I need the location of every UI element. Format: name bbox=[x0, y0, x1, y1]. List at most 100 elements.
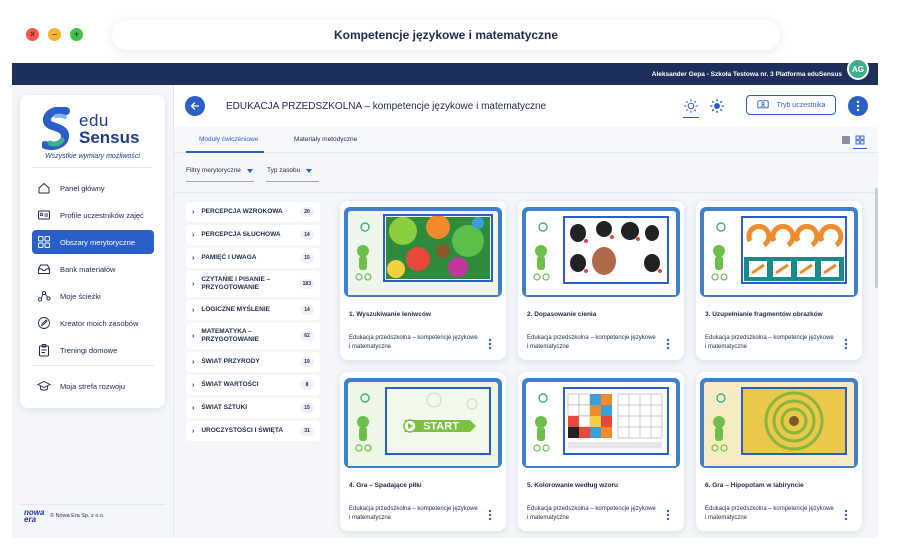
minimize-window-button[interactable]: – bbox=[48, 28, 61, 41]
module-card[interactable]: 5. Kolorowanie według wzoru Edukacja prz… bbox=[518, 372, 684, 531]
high-contrast-theme-icon[interactable] bbox=[709, 98, 725, 114]
graduation-icon bbox=[37, 380, 51, 391]
category-item[interactable]: › PAMIĘĆ I UWAGA 15 bbox=[186, 248, 320, 268]
filter-typ-zasobu-dropdown[interactable]: Typ zasobu bbox=[267, 167, 313, 174]
filter-label: Filtry merytoryczne bbox=[186, 167, 241, 174]
chevron-right-icon: › bbox=[192, 404, 195, 412]
tab-materialy-metodyczne[interactable]: Materiały metodyczne bbox=[294, 136, 357, 143]
more-vertical-icon[interactable] bbox=[844, 509, 848, 521]
sidebar-item-panel-glowny[interactable]: Panel główny bbox=[32, 176, 154, 200]
chevron-right-icon: › bbox=[192, 231, 195, 239]
sidebar-item-label: Obszary merytoryczne bbox=[60, 237, 136, 247]
sidebar-item-obszary-merytoryczne[interactable]: Obszary merytoryczne bbox=[32, 230, 154, 254]
presentation-icon bbox=[756, 100, 769, 109]
edusensus-logo[interactable]: edu Sensus bbox=[42, 105, 152, 153]
pencil-icon bbox=[38, 317, 50, 329]
page-header: EDUKACJA PRZEDSZKOLNA – kompetencje języ… bbox=[174, 85, 878, 127]
more-vertical-icon[interactable] bbox=[666, 509, 670, 521]
chevron-right-icon: › bbox=[192, 208, 195, 216]
chevron-right-icon: › bbox=[192, 358, 195, 366]
card-thumbnail bbox=[522, 207, 680, 297]
footer-brand: nowa era © Nowa Era Sp. z o.o. bbox=[24, 509, 105, 524]
app-window: × – + Kompetencje językowe i matematyczn… bbox=[12, 8, 878, 538]
tabs-bar: Moduły ćwiczeniowe Materiały metodyczne bbox=[174, 127, 878, 153]
module-card[interactable]: 2. Dopasowanie cienia Edukacja przedszko… bbox=[518, 201, 684, 360]
category-item[interactable]: › ŚWIAT WARTOŚCI 8 bbox=[186, 375, 320, 395]
path-icon bbox=[37, 290, 51, 302]
sidebar-item-profile[interactable]: Profile uczestników zajęć bbox=[32, 203, 154, 227]
category-item[interactable]: › CZYTANIE I PISANIE – PRZYGOTOWANIE 183 bbox=[186, 271, 320, 297]
count-badge: 31 bbox=[300, 426, 314, 436]
content-scrollbar[interactable] bbox=[875, 188, 878, 288]
caret-down-icon bbox=[306, 168, 313, 173]
module-card[interactable]: 6. Gra – Hipopotam w labiryncie Edukacja… bbox=[696, 372, 862, 531]
tray-icon bbox=[38, 264, 50, 274]
count-badge: 14 bbox=[300, 230, 314, 240]
card-description: Edukacja przedszkolna – kompetencje języ… bbox=[527, 506, 656, 521]
sidebar-item-bank-materialow[interactable]: Bank materiałów bbox=[32, 257, 154, 281]
id-card-icon bbox=[38, 210, 50, 220]
module-card[interactable]: 3. Uzupełnianie fragmentów obrazków Eduk… bbox=[696, 201, 862, 360]
filter-merytoryczne-dropdown[interactable]: Filtry merytoryczne bbox=[186, 167, 253, 174]
more-vertical-icon[interactable] bbox=[666, 338, 670, 350]
more-vertical-icon[interactable] bbox=[488, 338, 492, 350]
sidebar-item-label: Moje ścieżki bbox=[60, 291, 101, 301]
category-item[interactable]: › UROCZYSTOŚCI I ŚWIĘTA 31 bbox=[186, 421, 320, 441]
sidebar-item-treningi-domowe[interactable]: Treningi domowe bbox=[32, 338, 154, 362]
category-item[interactable]: › LOGICZNE MYŚLENIE 14 bbox=[186, 300, 320, 320]
tagline: Wszystkie wymiary możliwości bbox=[45, 153, 140, 160]
avatar[interactable]: AG bbox=[847, 58, 869, 80]
more-vertical-icon[interactable] bbox=[488, 509, 492, 521]
filter-label: Typ zasobu bbox=[267, 167, 301, 174]
list-view-icon[interactable] bbox=[841, 135, 851, 145]
sidebar-nav: Panel główny Profile uczestników zajęć O… bbox=[32, 176, 154, 401]
clipboard-icon bbox=[39, 344, 49, 357]
category-item[interactable]: › PERCEPCJA SŁUCHOWA 14 bbox=[186, 225, 320, 245]
sidebar-divider bbox=[32, 167, 152, 168]
chevron-right-icon: › bbox=[192, 280, 195, 288]
caret-down-icon bbox=[246, 168, 253, 173]
tab-moduly-cwiczeniowe[interactable]: Moduły ćwiczeniowe bbox=[199, 136, 258, 143]
count-badge: 15 bbox=[300, 253, 314, 263]
sidebar-item-moje-sciezki[interactable]: Moje ścieżki bbox=[32, 284, 154, 308]
grid-view-indicator bbox=[853, 148, 867, 149]
category-item[interactable]: › ŚWIAT SZTUKI 15 bbox=[186, 398, 320, 418]
category-item[interactable]: › PERCEPCJA WZROKOWA 20 bbox=[186, 202, 320, 222]
sidebar: edu Sensus Wszystkie wymiary możliwości … bbox=[20, 95, 165, 408]
filter-underline bbox=[186, 181, 254, 182]
module-card[interactable]: START 4. Gra – Spadające piłki Edukacja … bbox=[340, 372, 506, 531]
light-theme-icon[interactable] bbox=[683, 98, 699, 116]
copyright-text: © Nowa Era Sp. z o.o. bbox=[50, 513, 105, 519]
logo-text-sensus: Sensus bbox=[79, 128, 140, 147]
card-title: 2. Dopasowanie cienia bbox=[527, 311, 597, 318]
sidebar-item-strefa-rozwoju[interactable]: Moja strefa rozwoju bbox=[32, 374, 154, 398]
filters-bar: Filtry merytoryczne Typ zasobu bbox=[174, 153, 878, 193]
more-options-button[interactable] bbox=[848, 96, 868, 116]
student-mode-button[interactable]: Tryb uczestnika bbox=[746, 95, 836, 115]
grid-view-icon[interactable] bbox=[855, 135, 865, 145]
sidebar-item-kreator[interactable]: Kreator moich zasobów bbox=[32, 311, 154, 335]
card-description: Edukacja przedszkolna – kompetencje języ… bbox=[349, 335, 478, 350]
back-button[interactable] bbox=[185, 96, 205, 116]
card-thumbnail: START bbox=[344, 378, 502, 468]
count-badge: 14 bbox=[300, 305, 314, 315]
card-title: 4. Gra – Spadające piłki bbox=[349, 482, 422, 489]
category-item[interactable]: › MATEMATYKA – PRZYGOTOWANIE 62 bbox=[186, 323, 320, 349]
card-thumbnail bbox=[344, 207, 502, 297]
sidebar-item-label: Kreator moich zasobów bbox=[60, 318, 139, 328]
card-thumbnail bbox=[700, 207, 858, 297]
coloring-grid-image bbox=[526, 382, 676, 466]
more-vertical-icon[interactable] bbox=[844, 338, 848, 350]
count-badge: 62 bbox=[300, 331, 314, 341]
close-window-button[interactable]: × bbox=[26, 28, 39, 41]
student-mode-label: Tryb uczestnika bbox=[776, 101, 826, 109]
window-controls: × – + bbox=[26, 28, 83, 41]
category-item[interactable]: › ŚWIAT PRZYRODY 19 bbox=[186, 352, 320, 372]
fragments-image bbox=[704, 211, 854, 295]
module-card[interactable]: 1. Wyszukiwanie leniwców Edukacja przeds… bbox=[340, 201, 506, 360]
arrow-left-icon bbox=[190, 102, 200, 110]
sidebar-item-label: Bank materiałów bbox=[60, 264, 116, 274]
chevron-right-icon: › bbox=[192, 254, 195, 262]
maximize-window-button[interactable]: + bbox=[70, 28, 83, 41]
light-theme-indicator bbox=[683, 117, 699, 118]
